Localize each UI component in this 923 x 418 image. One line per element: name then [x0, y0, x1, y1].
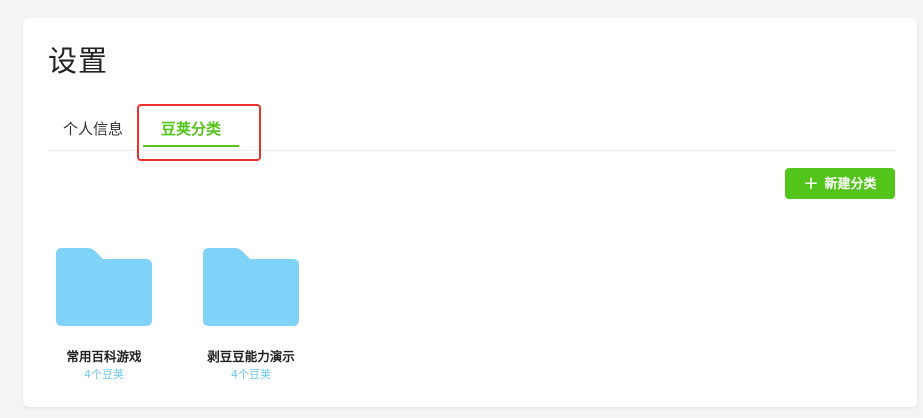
tab-pod-category-label: 豆荚分类 [160, 120, 221, 138]
page-title: 设置 [48, 44, 109, 78]
folder-name: 剥豆豆能力演示 [207, 349, 295, 364]
plus-icon: + [803, 173, 819, 194]
folder-item[interactable]: 剥豆豆能力演示 4个豆荚 [178, 248, 308, 388]
active-tab-underline [143, 145, 239, 147]
folder-count: 4个豆荚 [84, 368, 124, 381]
settings-card: 设置 个人信息 豆荚分类 + 新建分类 常用百科游戏 4个豆荚 剥豆豆能力演示 4… [23, 18, 917, 407]
tab-bar: 个人信息 豆荚分类 [48, 116, 896, 151]
folder-name: 常用百科游戏 [66, 349, 142, 364]
tab-personal-info[interactable]: 个人信息 [63, 116, 123, 148]
folder-icon [203, 248, 299, 326]
new-category-button[interactable]: + 新建分类 [785, 168, 895, 199]
tab-pod-category[interactable]: 豆荚分类 [143, 116, 239, 148]
folder-item[interactable]: 常用百科游戏 4个豆荚 [31, 248, 161, 388]
folder-count: 4个豆荚 [231, 368, 271, 381]
new-category-label: 新建分类 [824, 177, 877, 192]
folder-icon [56, 248, 152, 326]
